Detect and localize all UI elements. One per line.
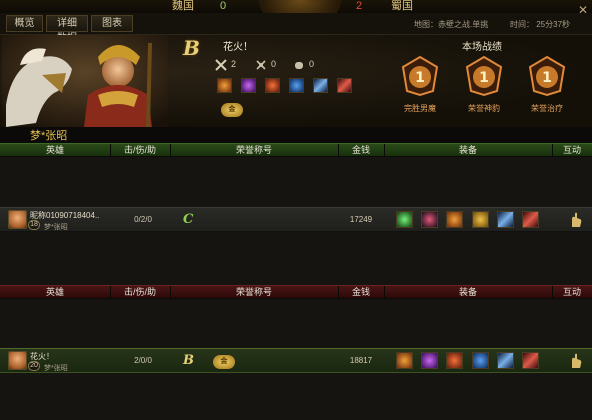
level-badge: 18 (28, 220, 40, 230)
col-hero: 英雄 (45, 287, 64, 297)
player-row[interactable]: 18 昵称01090718404.. 梦*张昭 0/2/0 C 17249 (0, 207, 592, 232)
hero-portrait (2, 35, 168, 127)
blue-potion-icon[interactable] (289, 78, 304, 93)
scoreboard-bar: 魏国 0 2 蜀国 ✕ (0, 0, 592, 26)
player-grade: C (183, 212, 194, 227)
red-blade-icon[interactable] (337, 78, 352, 93)
stat-assists: 0 (293, 57, 314, 71)
blue-sword-icon[interactable] (313, 78, 328, 93)
col-money: 金钱 (351, 145, 370, 155)
team-a-header: 英雄 击/伤/助 荣誉称号 金钱 装备 互动 (0, 143, 592, 157)
col-honor: 荣誉称号 (235, 145, 272, 155)
player-money: 17249 (349, 215, 373, 224)
col-hero: 英雄 (45, 145, 64, 155)
medal-icon: 1 (399, 55, 441, 97)
medal-label: 完胜男魔 (404, 104, 436, 113)
hero-name: 花火！ (223, 42, 253, 53)
right-faction-score: 2 (356, 0, 363, 12)
player-team: 梦*张昭 (44, 365, 68, 372)
col-honor: 荣誉称号 (235, 287, 272, 297)
player-team: 梦*张昭 (44, 224, 68, 231)
red-blade-icon[interactable] (522, 211, 539, 228)
interact-icon[interactable] (569, 212, 583, 228)
avatar (8, 210, 27, 229)
hero-grade: B (183, 36, 200, 60)
svg-text:1: 1 (542, 70, 552, 86)
blue-sword-icon[interactable] (497, 352, 514, 369)
skull-icon (255, 59, 267, 71)
red-blade-icon[interactable] (522, 352, 539, 369)
level-badge: 20 (28, 361, 40, 371)
stat-kills: 2 (215, 57, 236, 71)
player-money: 18817 (349, 356, 373, 365)
col-equipment: 装备 (458, 287, 477, 297)
orange-orb-icon[interactable] (265, 78, 280, 93)
player-name: 花火！ (30, 352, 54, 361)
empty-row-area (0, 232, 592, 285)
stat-deaths: 0 (255, 57, 276, 71)
medal-label: 荣誉神豹 (468, 104, 500, 113)
orange-orb-icon[interactable] (446, 352, 463, 369)
tab-overview[interactable]: 概览 (6, 15, 43, 32)
crossed-swords-icon (215, 58, 227, 71)
left-faction-score: 0 (220, 0, 227, 12)
col-interact: 互动 (562, 145, 581, 155)
left-faction-name: 魏国 (172, 0, 194, 12)
map-info: 地图：赤壁之战.单挑 (414, 20, 489, 29)
avatar (8, 351, 27, 370)
match-time: 时间： 25分37秒 (510, 20, 571, 29)
svg-text:1: 1 (479, 70, 489, 86)
col-equipment: 装备 (458, 145, 477, 155)
right-faction-name: 蜀国 (391, 0, 413, 12)
player-grade: B (183, 353, 194, 368)
col-money: 金钱 (351, 287, 370, 297)
purple-crystal-icon[interactable] (421, 352, 438, 369)
gold-shield-icon[interactable] (472, 211, 489, 228)
interact-icon[interactable] (569, 353, 583, 369)
flame-armor-icon[interactable] (217, 78, 232, 93)
hero-summary-panel: B 花火！ 2 0 0 金 本场战绩 1 完胜男魔 1 荣誉神豹 1 荣誉治疗 (0, 35, 592, 127)
tab-charts[interactable]: 图表 (91, 15, 133, 32)
player-kda: 0/2/0 (134, 215, 152, 224)
medal-icon: 1 (526, 55, 568, 97)
col-interact: 互动 (562, 287, 581, 297)
empty-row-area (0, 373, 592, 420)
dark-gem-icon[interactable] (421, 211, 438, 228)
gold-badge-icon: 金 (213, 355, 235, 369)
medal-icon: 1 (463, 55, 505, 97)
gold-badge-icon: 金 (221, 103, 243, 117)
col-kda: 击/伤/助 (123, 287, 156, 297)
blue-potion-icon[interactable] (472, 352, 489, 369)
player-name: 昵称01090718404.. (30, 211, 100, 220)
medal-label: 荣誉治疗 (531, 104, 563, 113)
flame-armor-icon[interactable] (396, 352, 413, 369)
svg-text:1: 1 (415, 70, 425, 86)
player-row[interactable]: 20 花火！ 梦*张昭 2/0/0 B 金 18817 (0, 348, 592, 373)
fist-icon (293, 59, 305, 71)
empty-row-area (0, 157, 592, 207)
green-energy-icon[interactable] (396, 211, 413, 228)
purple-crystal-icon[interactable] (241, 78, 256, 93)
empty-row-area (0, 299, 592, 348)
team-b-header: 英雄 击/伤/助 荣誉称号 金钱 装备 互动 (0, 285, 592, 299)
tab-bar: 概览 详细数据 图表 (0, 13, 592, 44)
battle-results-title: 本场战绩 (462, 42, 502, 53)
team-name: 梦*张昭 (30, 130, 68, 142)
flame-helm-icon[interactable] (446, 211, 463, 228)
col-kda: 击/伤/助 (123, 145, 156, 155)
tab-details[interactable]: 详细数据 (46, 15, 88, 44)
blue-sword-icon[interactable] (497, 211, 514, 228)
player-kda: 2/0/0 (134, 356, 152, 365)
